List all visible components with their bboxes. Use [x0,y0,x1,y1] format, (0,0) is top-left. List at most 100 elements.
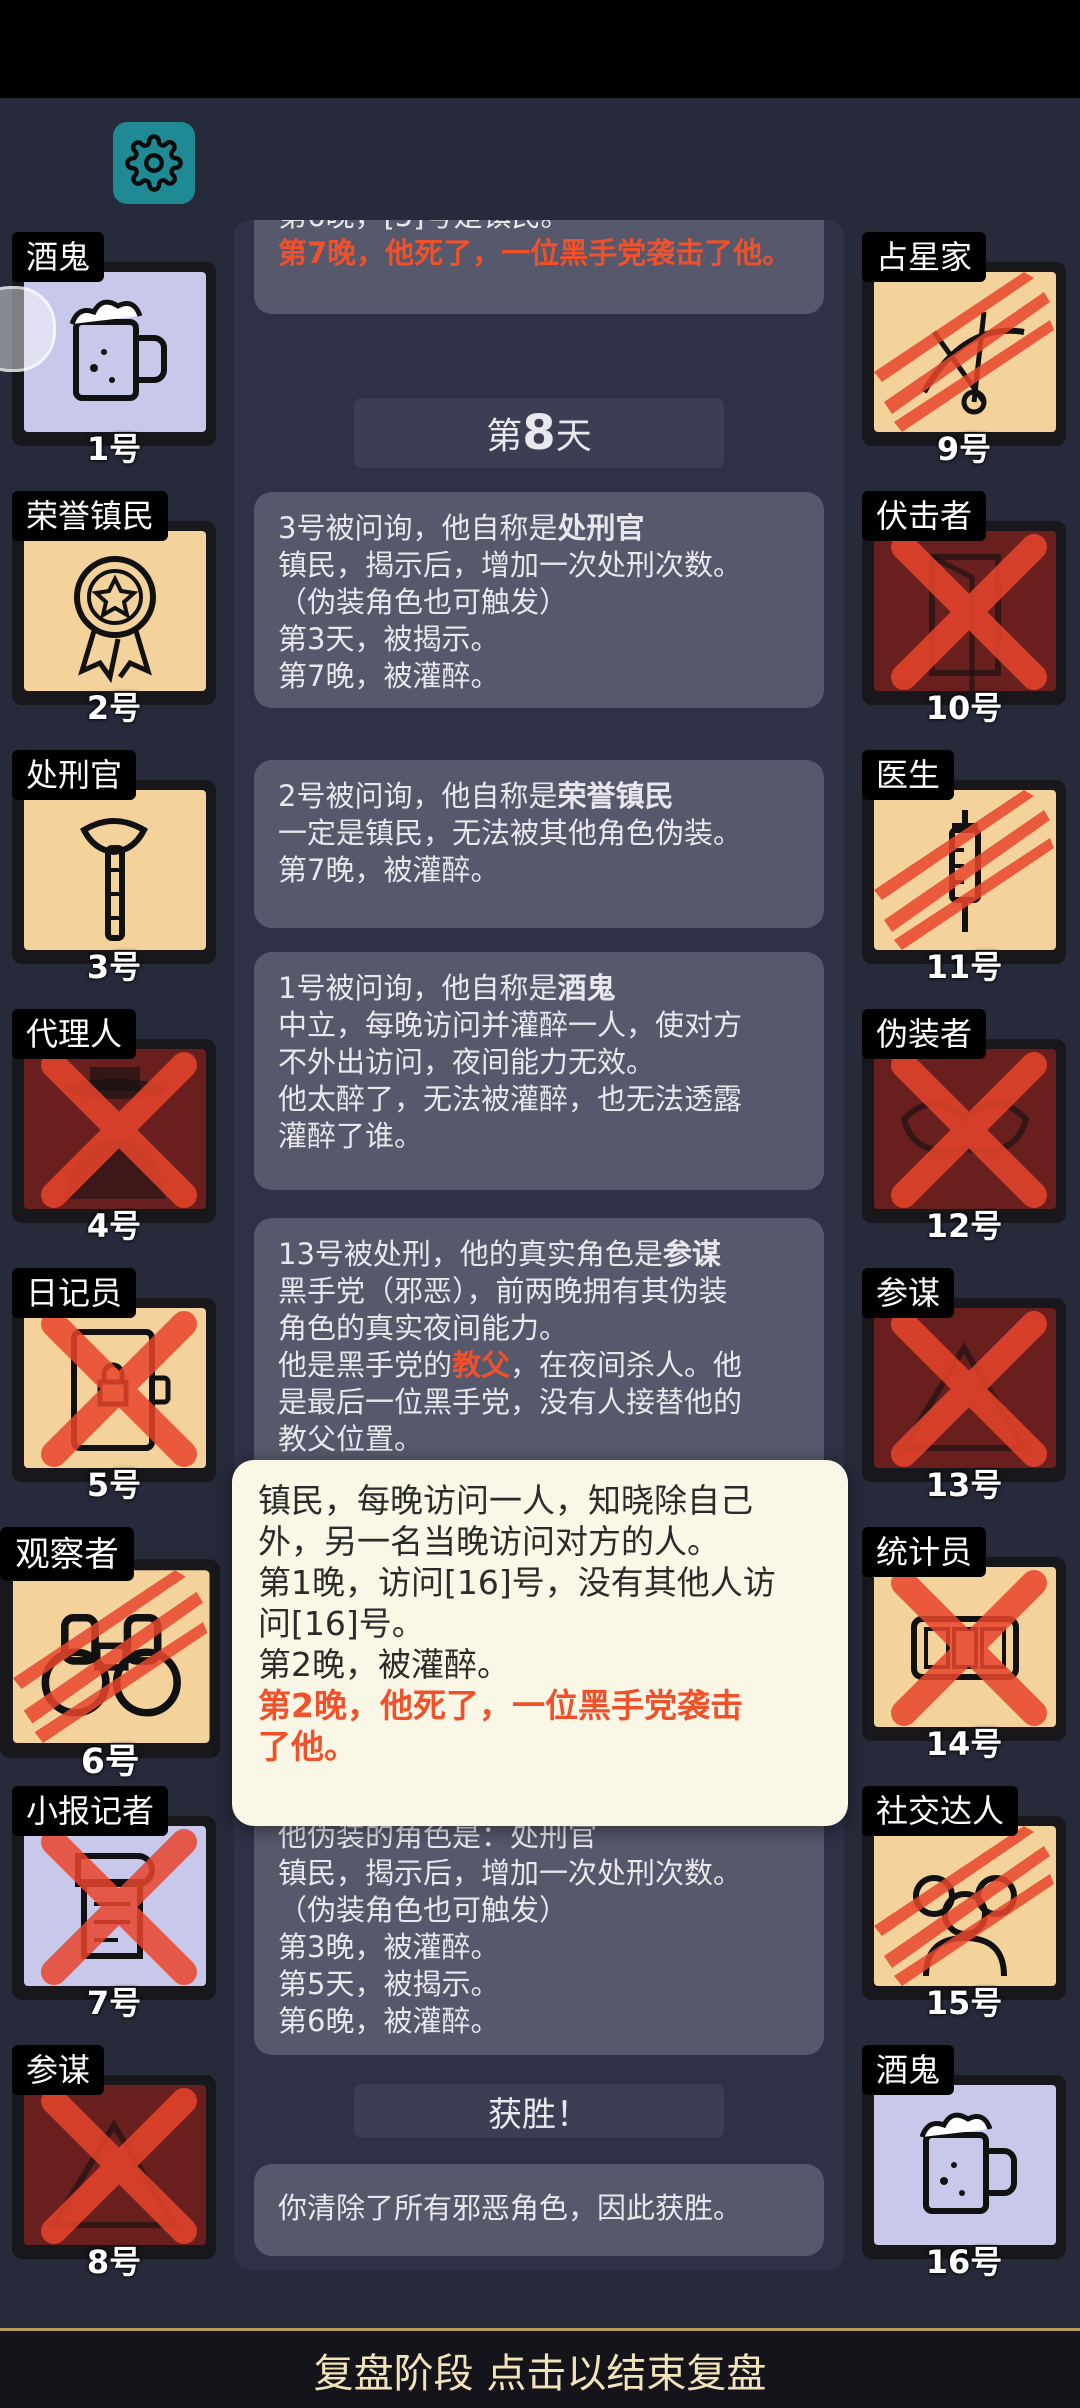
popup-death-text: 第2晚，他死了，一位黑手党袭击 [258,1686,743,1725]
role-tag: 酒鬼 [862,2045,955,2095]
player-slot-7号[interactable]: 小报记者 7号 [12,1786,216,2022]
player-slot-16号[interactable]: 酒鬼 16号 [862,2045,1066,2281]
player-number: 12号 [925,1207,1003,1245]
role-detail-popup[interactable]: 镇民，每晚访问一人，知晓除自己 外，另一名当晚访问对方的人。 第1晚，访问[16… [232,1460,848,1826]
log-text: 灌醉了谁。 [278,1119,424,1153]
role-tag: 日记员 [12,1268,137,1318]
role-tag: 伏击者 [862,491,987,541]
end-review-button[interactable]: 复盘阶段 点击以结束复盘 [0,2328,1080,2408]
player-portrait [874,790,1056,950]
player-number: 3号 [86,948,142,986]
hat-man-icon [64,1067,166,1199]
log-line: 第6晚，[5]号是镇民。 [278,220,800,235]
role-name: 酒鬼 [557,971,616,1005]
log-card-3: 3号被问询，他自称是处刑官 镇民，揭示后，增加一次处刑次数。 （伪装角色也可触发… [254,492,824,708]
log-text: 教父位置。 [278,1422,424,1456]
log-text: 13号被处刑，他的真实角色是 [278,1237,663,1271]
role-tag: 酒鬼 [12,232,105,282]
log-text: 他是黑手党的 [278,1348,453,1382]
day-number: 8 [522,405,556,461]
player-portrait [874,1049,1056,1209]
player-number: 5号 [86,1466,142,1504]
player-slot-2号[interactable]: 荣誉镇民 2号 [12,491,216,727]
beer-mug-icon [69,299,167,401]
victory-header: 获胜！ [354,2084,724,2138]
role-tag: 医生 [862,750,955,800]
locked-diary-icon [71,1329,171,1451]
player-slot-15号[interactable]: 社交达人 15号 [862,1786,1066,2022]
player-slot-10号[interactable]: 伏击者 10号 [862,491,1066,727]
role-tag: 伪装者 [862,1009,987,1059]
log-line-death: 第7晚，他死了，一位黑手党袭击了他。 [278,236,792,270]
player-slot-4号[interactable]: 代理人 4号 [12,1009,216,1245]
log-text: 一定是镇民，无法被其他角色伪装。 [278,816,743,850]
player-portrait [874,1308,1056,1468]
log-text: 镇民，揭示后，增加一次处刑次数。 [278,1856,743,1890]
player-number: 15号 [925,1984,1003,2022]
player-slot-5号[interactable]: 日记员 5号 [12,1268,216,1504]
role-tag: 社交达人 [862,1786,1019,1836]
log-text: （伪装角色也可触发） [278,585,569,619]
log-text: 第7晚，被灌醉。 [278,659,500,693]
role-tag: 观察者 [0,1527,134,1581]
player-slot-6号[interactable]: 观察者 6号 [0,1527,221,1782]
player-slot-14号[interactable]: 统计员 14号 [862,1527,1066,1763]
day-prefix: 第 [486,416,523,457]
player-number: 2号 [86,689,142,727]
player-number: 8号 [86,2243,142,2281]
player-slot-12号[interactable]: 伪装者 12号 [862,1009,1066,1245]
player-portrait [24,1826,206,1986]
player-number: 11号 [925,948,1003,986]
log-text: 2号被问询，他自称是 [278,779,558,813]
log-text: 他太醉了，无法被灌醉，也无法透露 [278,1082,743,1116]
popup-text: 第1晚，访问[16]号，没有其他人访 [258,1563,776,1602]
player-number: 10号 [925,689,1003,727]
gear-icon [125,134,183,192]
log-text: （伪装角色也可触发） [278,1893,569,1927]
role-name: 荣誉镇民 [557,779,674,813]
player-slot-9号[interactable]: 占星家 9号 [862,232,1066,468]
counter-icon [911,1616,1019,1680]
player-slot-3号[interactable]: 处刑官 3号 [12,750,216,986]
popup-death-text: 了他。 [258,1727,357,1766]
role-name: 处刑官 [557,511,645,545]
log-card-2: 2号被问询，他自称是荣誉镇民 一定是镇民，无法被其他角色伪装。 第7晚，被灌醉。 [254,760,824,928]
axe-icon [80,818,148,941]
player-portrait [24,1308,206,1468]
newspaper-icon [75,1853,155,1959]
medal-icon [74,556,156,684]
log-text: 第6晚，被灌醉。 [278,2004,500,2038]
player-slot-8号[interactable]: 参谋 8号 [12,2045,216,2281]
player-slot-11号[interactable]: 医生 11号 [862,750,1066,986]
player-slot-13号[interactable]: 参谋 13号 [862,1268,1066,1504]
binoculars-icon [41,1613,181,1717]
log-text: 角色的真实夜间能力。 [278,1311,569,1345]
log-text: 镇民，揭示后，增加一次处刑次数。 [278,548,743,582]
role-tag: 荣誉镇民 [12,491,169,541]
settings-button[interactable] [113,122,195,204]
log-text: 第3晚，被灌醉。 [278,1930,500,1964]
player-portrait [24,2085,206,2245]
player-portrait [24,1049,206,1209]
log-text: 第5天，被揭示。 [278,1967,500,2001]
player-number: 6号 [80,1740,140,1782]
player-number: 9号 [936,430,992,468]
log-text: 第3天，被揭示。 [278,622,500,656]
role-name: 参谋 [662,1237,721,1271]
tent-icon [48,2119,180,2228]
player-portrait [12,1570,210,1743]
game-log-panel[interactable]: 第6晚，[5]号是镇民。 第7晚，他死了，一位黑手党袭击了他。 第8天 3号被问… [234,220,844,2270]
log-text: ，在夜间杀人。他 [510,1348,743,1382]
player-portrait [24,790,206,950]
log-card-13: 13号被处刑，他的真实角色是参谋 黑手党（邪恶），前两晚拥有其伪装 角色的真实夜… [254,1218,824,1478]
player-number: 14号 [925,1725,1003,1763]
player-portrait [874,272,1056,432]
popup-text: 问[16]号。 [258,1604,425,1643]
role-tag: 统计员 [862,1527,987,1577]
role-tag: 小报记者 [12,1786,169,1836]
player-number: 1号 [86,430,142,468]
role-tag: 代理人 [12,1009,137,1059]
people-icon [913,1875,1017,1977]
log-text: 3号被问询，他自称是 [278,511,558,545]
log-text: 中立，每晚访问并灌醉一人，使对方 [278,1008,743,1042]
